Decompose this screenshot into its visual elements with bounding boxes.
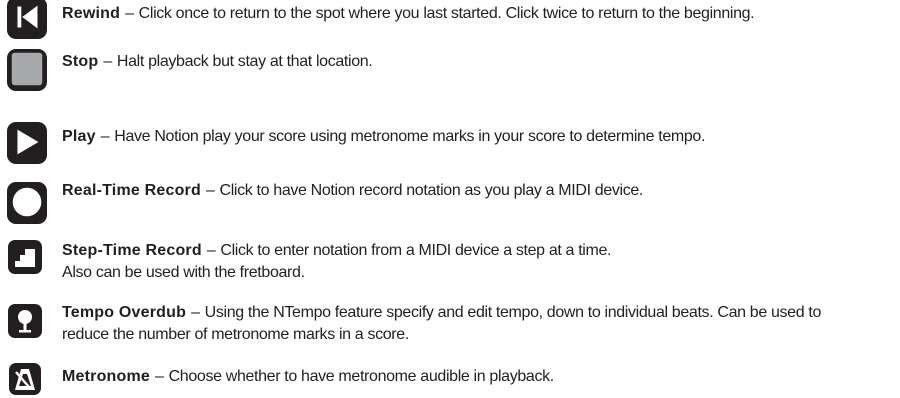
step-time-record-text: Click to enter notation from a MIDI devi… <box>220 242 612 259</box>
separator: – <box>206 242 216 259</box>
separator: – <box>125 5 134 22</box>
separator: – <box>100 128 110 145</box>
stop-label: Stop <box>62 53 99 70</box>
stop-icon <box>7 49 47 91</box>
separator: – <box>191 304 200 321</box>
metronome-text: Choose whether to have metronome audible… <box>168 368 555 385</box>
tempo-overdub-label: Tempo Overdub <box>62 304 187 321</box>
metronome-label: Metronome <box>62 368 151 385</box>
play-description: Play – Have Notion play your score using m… <box>62 126 890 148</box>
real-time-record-text: Click to have Notion record notation as … <box>219 182 644 199</box>
step-time-record-description: Step-Time Record – Click to enter notation… <box>62 240 890 284</box>
separator: – <box>103 53 112 70</box>
separator: – <box>155 368 164 385</box>
real-time-record-description: Real-Time Record – Click to have Notion re… <box>62 180 890 202</box>
step-record-icon <box>8 240 42 274</box>
metronome-icon <box>9 363 41 395</box>
tempo-overdub-description: Tempo Overdub – Using the NTempo feature s… <box>62 302 890 346</box>
play-text: Have Notion play your score using metron… <box>114 128 706 145</box>
play-label: Play <box>62 128 96 145</box>
separator: – <box>205 182 215 199</box>
record-icon <box>7 182 47 224</box>
rewind-description: Rewind – Click once to return to the spot … <box>62 3 890 25</box>
tempo-overdub-text-line2: reduce the number of metronome marks in … <box>62 326 409 343</box>
metronome-description: Metronome – Choose whether to have metrono… <box>62 366 890 388</box>
step-time-record-text-line2: Also can be used with the fretboard. <box>62 264 305 281</box>
rewind-label: Rewind <box>62 5 121 22</box>
play-icon <box>7 122 47 164</box>
stop-description: Stop – Halt playback but stay at that loca… <box>62 51 890 73</box>
rewind-icon <box>7 0 47 39</box>
stop-text: Halt playback but stay at that location. <box>116 53 373 70</box>
real-time-record-label: Real-Time Record <box>62 182 201 199</box>
tempo-overdub-text: Using the NTempo feature specify and edi… <box>204 304 822 321</box>
tempo-overdub-icon <box>8 304 42 338</box>
rewind-text: Click once to return to the spot where y… <box>138 5 755 22</box>
step-time-record-label: Step-Time Record <box>62 242 202 259</box>
